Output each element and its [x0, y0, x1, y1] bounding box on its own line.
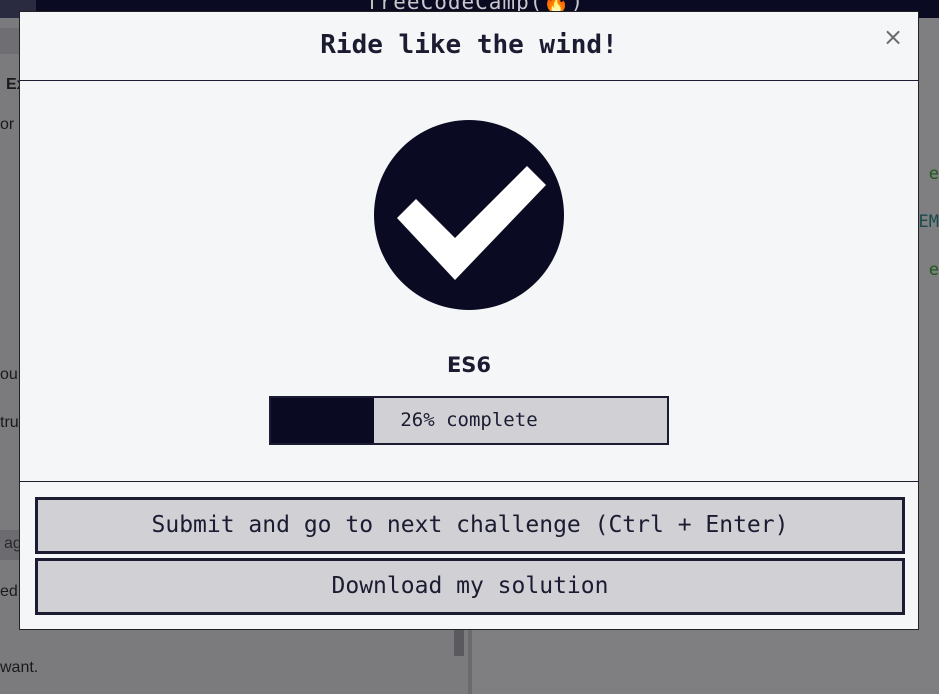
- modal-footer: Submit and go to next challenge (Ctrl + …: [20, 482, 918, 629]
- code-text-fragment: EM: [918, 212, 939, 232]
- progress-label: 26% complete: [400, 409, 538, 431]
- progress-bar: 26% complete: [269, 396, 669, 445]
- check-circle-icon: [374, 120, 564, 310]
- modal-body: ES6 26% complete: [20, 81, 918, 482]
- instructions-text-fragment: want.: [0, 659, 39, 676]
- instructions-text-fragment: tru: [0, 414, 19, 431]
- block-name: ES6: [446, 353, 492, 377]
- instructions-text-fragment: ed: [0, 583, 18, 600]
- code-text-fragment: e: [928, 260, 939, 280]
- download-solution-button[interactable]: Download my solution: [35, 558, 905, 615]
- completion-modal: Ride like the wind! × ES6 26% complete S…: [19, 11, 919, 630]
- close-icon[interactable]: ×: [882, 25, 904, 49]
- instructions-text-fragment: ou: [0, 366, 18, 383]
- submit-next-challenge-button[interactable]: Submit and go to next challenge (Ctrl + …: [35, 497, 905, 554]
- modal-title: Ride like the wind!: [320, 30, 618, 60]
- code-text-fragment: e: [928, 164, 939, 184]
- modal-header: Ride like the wind! ×: [20, 12, 918, 81]
